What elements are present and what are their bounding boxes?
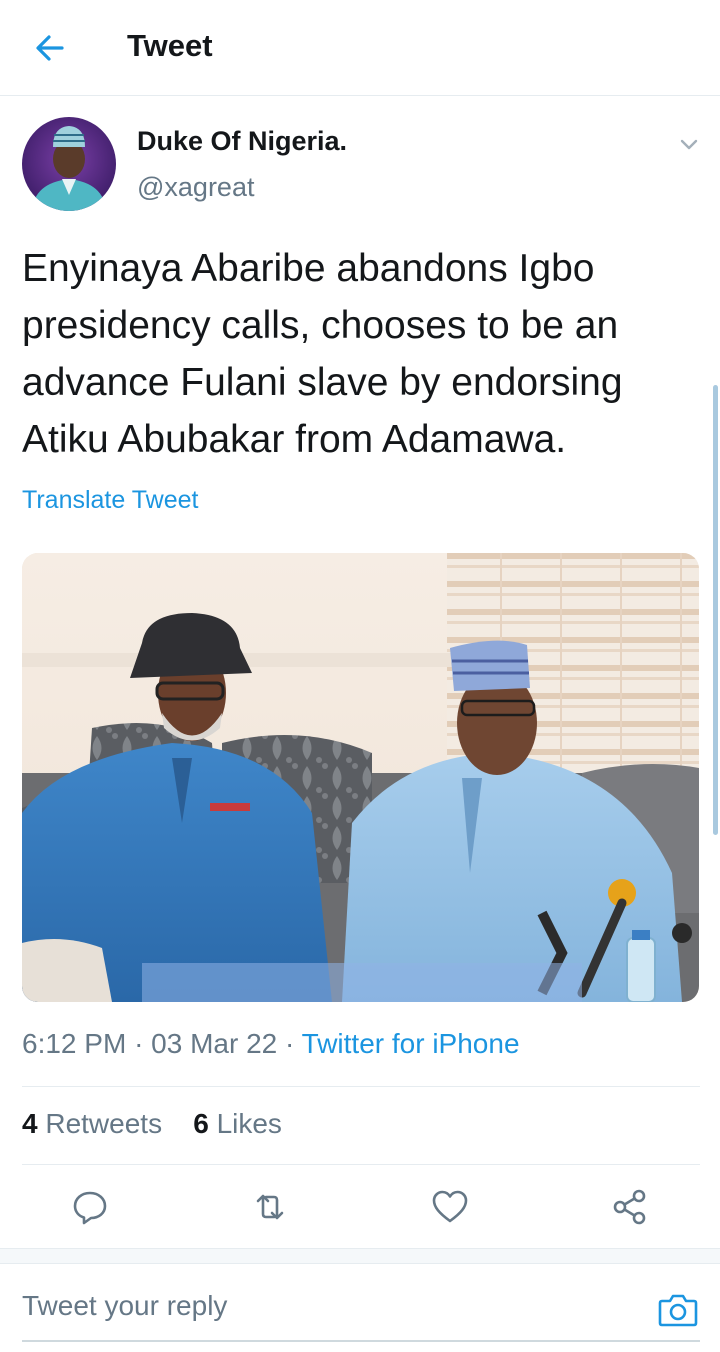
tweet-photo[interactable] — [22, 553, 699, 1002]
share-icon[interactable] — [610, 1187, 650, 1227]
likes-label: Likes — [216, 1108, 282, 1139]
reply-input[interactable] — [22, 1290, 622, 1322]
retweets-count: 4 — [22, 1108, 38, 1139]
translate-tweet-link[interactable]: Translate Tweet — [22, 486, 198, 515]
scrollbar[interactable] — [713, 385, 718, 835]
divider — [22, 1086, 700, 1087]
tweet-stats: 4 Retweets 6 Likes — [22, 1108, 282, 1140]
reply-icon[interactable] — [70, 1187, 110, 1227]
top-bar: Tweet — [0, 0, 720, 96]
tweet-source-link[interactable]: Twitter for iPhone — [302, 1028, 520, 1059]
page-title: Tweet — [127, 28, 213, 63]
avatar[interactable] — [22, 117, 116, 211]
like-icon[interactable] — [430, 1187, 470, 1227]
author-name[interactable]: Duke Of Nigeria. — [137, 126, 347, 157]
retweets-stat[interactable]: 4 Retweets — [22, 1108, 162, 1139]
tweet-text: Enyinaya Abaribe abandons Igbo presidenc… — [22, 247, 623, 461]
tweet-meta: 6:12 PM · 03 Mar 22 · Twitter for iPhone — [22, 1028, 520, 1060]
arrow-left-icon[interactable] — [30, 28, 70, 68]
reply-underline — [22, 1340, 700, 1342]
chevron-down-icon[interactable] — [675, 130, 703, 158]
divider — [22, 1164, 700, 1165]
likes-count: 6 — [193, 1108, 209, 1139]
meta-separator: · — [134, 1028, 144, 1059]
tweet-date: 03 Mar 22 — [151, 1028, 278, 1059]
meta-separator: · — [285, 1028, 295, 1059]
retweets-label: Retweets — [45, 1108, 163, 1139]
section-divider — [0, 1248, 720, 1264]
retweet-icon[interactable] — [250, 1187, 290, 1227]
author-handle[interactable]: @xagreat — [137, 172, 254, 203]
likes-stat[interactable]: 6 Likes — [193, 1108, 282, 1139]
tweet-time: 6:12 PM — [22, 1028, 127, 1059]
camera-icon[interactable] — [657, 1290, 699, 1328]
